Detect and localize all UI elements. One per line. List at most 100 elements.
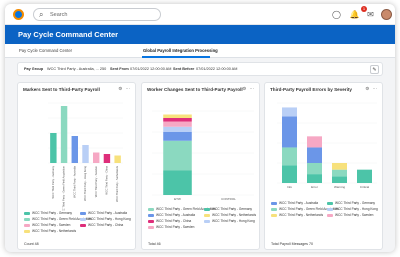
card-footer: Total Payroll Messages 70 <box>271 242 313 246</box>
legend-label: WCC Third Party - Germany <box>212 207 252 211</box>
pay-group-value[interactable]: WCC Third Party - Australia, ... 250 <box>47 67 106 71</box>
legend-label: WCC Third Party - Hong Kong <box>212 219 255 223</box>
errors-stacked-chart: Info Error Warning Critical <box>277 102 377 189</box>
tick-label: Error <box>311 185 318 189</box>
markers-bar-chart: WCC Third Party - Germany WCC Third Party… <box>48 102 123 211</box>
active-tab-indicator <box>142 56 210 58</box>
tick-label: WCC Third Party - Germany <box>51 165 55 198</box>
pay-group-label: Pay Group <box>24 67 44 71</box>
legend-label: WCC Third Party - Australia <box>156 213 196 217</box>
legend-swatch <box>327 213 333 217</box>
stacked-bar-segment <box>282 165 297 183</box>
stacked-bar-segment <box>282 147 297 166</box>
legend-label: WCC Third Party - Sweden <box>32 223 71 227</box>
legend-label: WCC Third Party - Australia <box>88 211 128 215</box>
legend-label: WCC Third Party - Hong Kong <box>335 207 378 211</box>
sent-from-label: Sent From <box>110 67 129 71</box>
legend-item: WCC Third Party - Germany <box>24 211 72 215</box>
stacked-bar-segment <box>163 140 192 171</box>
legend-label: WCC Third Party - Sweden <box>335 213 374 217</box>
legend-swatch <box>148 207 154 211</box>
stacked-bar-segment <box>357 169 372 183</box>
legend-swatch <box>148 213 154 217</box>
stacked-bar-segment <box>163 121 192 127</box>
tick-label: CONTROL <box>221 197 236 201</box>
legend-swatch <box>271 201 277 205</box>
tab-pay-cycle-command-center[interactable]: Pay Cycle Command Center <box>19 48 72 53</box>
stacked-bar-segment <box>163 118 192 122</box>
tick-label: WCC Third Party - China <box>104 165 108 194</box>
stacked-bar-segment <box>332 176 347 183</box>
notifications-icon[interactable]: 🔔 <box>349 9 360 20</box>
card-footer: Count 48 <box>24 242 39 246</box>
chart-legend: WCC Third Party - Australia WCC Third Par… <box>271 201 379 231</box>
top-bar: ⌕ Search ◯ 🔔 1 ✉ <box>5 4 395 25</box>
legend-swatch <box>24 229 30 233</box>
tick-label: WCC Third Party - Hong Kong <box>83 165 87 200</box>
legend-label: WCC Third Party - Germany <box>32 211 72 215</box>
card-actions-icon[interactable]: ⚙ ⋯ <box>118 86 131 92</box>
inbox-icon[interactable]: ✉ <box>365 9 376 20</box>
bar <box>60 106 68 163</box>
card-actions-icon[interactable]: ⚙ ⋯ <box>365 86 378 92</box>
bar <box>103 154 111 163</box>
search-input[interactable]: ⌕ Search <box>33 8 161 21</box>
legend-label: WCC Third Party - Sweden <box>156 225 195 229</box>
avatar[interactable] <box>381 9 392 20</box>
legend-swatch <box>80 211 86 215</box>
legend-swatch <box>271 213 277 217</box>
bar <box>50 133 57 163</box>
legend-swatch <box>24 217 30 221</box>
legend-item: WCC Third Party - China <box>80 223 123 227</box>
legend-item: WCC Third Party - Netherlands <box>204 213 256 217</box>
stacked-bar-segment <box>332 163 347 170</box>
bar <box>82 145 89 163</box>
legend-item: WCC Third Party - Australia <box>271 201 318 205</box>
legend-item: WCC Third Party - Germany <box>327 201 375 205</box>
legend-swatch <box>148 225 154 229</box>
stacked-bar-segment <box>307 174 322 183</box>
legend-label: WCC Third Party - Netherlands <box>279 213 324 217</box>
legend-swatch <box>80 217 86 221</box>
page-banner: Pay Cycle Command Center <box>5 25 395 44</box>
card-title: Third-Party Payroll Errors by Severity <box>270 87 352 92</box>
legend-swatch <box>80 223 86 227</box>
chart-legend: WCC Third Party - Germany WCC Third Party… <box>24 211 132 239</box>
legend-item: WCC Third Party - Germany <box>204 207 252 211</box>
workday-logo-icon[interactable] <box>13 9 24 20</box>
legend-label: WCC Third Party - China <box>156 219 192 223</box>
legend-swatch <box>24 211 30 215</box>
chat-icon[interactable]: ◯ <box>331 9 342 20</box>
stacked-bar-segment <box>163 132 192 141</box>
sent-before-label: Sent Before <box>173 67 195 71</box>
sent-from-value[interactable]: 07/01/2022 12:00:00 AM <box>130 67 171 71</box>
legend-swatch <box>204 213 210 217</box>
legend-label: WCC Third Party - Australia <box>279 201 319 205</box>
card-footer: Total 46 <box>148 242 161 246</box>
tick-label: Warning <box>334 185 345 189</box>
tab-global-payroll-integration-processing[interactable]: Global Payroll Integration Processing <box>143 48 218 53</box>
legend-label: WCC Third Party - Hong Kong <box>88 217 131 221</box>
legend-label: WCC Third Party - China <box>88 223 124 227</box>
legend-swatch <box>327 207 333 211</box>
card-title: Markers Sent to Third-Party Payroll <box>23 87 100 92</box>
tick-label: ETW <box>174 197 181 201</box>
stacked-bar-segment <box>163 114 192 118</box>
stacked-bar-segment <box>332 169 347 177</box>
markers-sent-card: Markers Sent to Third-Party Payroll ⚙ ⋯ … <box>17 82 136 250</box>
stacked-bar-segment <box>163 126 192 132</box>
bar <box>114 155 121 163</box>
chart-legend: WCC Third Party - Green Field Acquisitio… <box>148 207 256 239</box>
legend-swatch <box>327 201 333 205</box>
edit-filters-button[interactable]: ✎ <box>370 65 379 74</box>
tick-label: WCC Third Party - Australia <box>72 165 76 197</box>
stacked-bar-segment <box>282 116 297 148</box>
legend-item: WCC Third Party - China <box>148 219 191 223</box>
legend-item: WCC Third Party - Hong Kong <box>80 217 131 221</box>
tab-bar: Pay Cycle Command Center Global Payroll … <box>5 44 395 58</box>
stacked-bar-segment <box>307 147 322 163</box>
card-actions-icon[interactable]: ⚙ ⋯ <box>242 86 255 92</box>
legend-label: WCC Third Party - Netherlands <box>32 229 77 233</box>
app-window: ⌕ Search ◯ 🔔 1 ✉ Pay Cycle Command Cente… <box>5 4 395 252</box>
sent-before-value[interactable]: 07/01/2022 12:00:00 AM <box>196 67 237 71</box>
